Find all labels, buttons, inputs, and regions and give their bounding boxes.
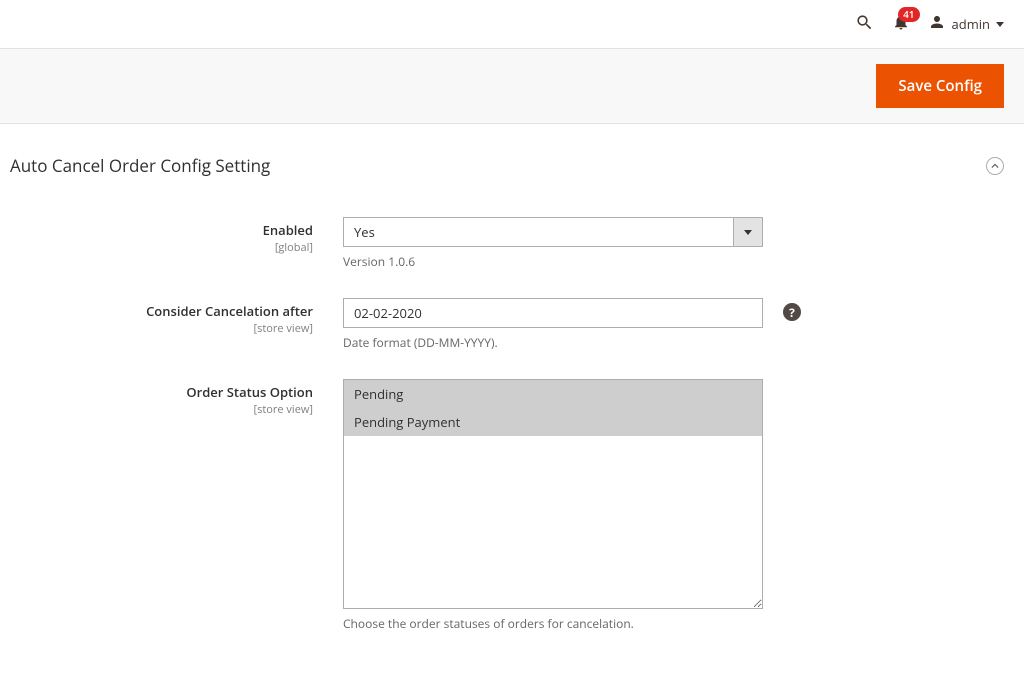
cancel-after-hint: Date format (DD-MM-YYYY).: [343, 334, 793, 351]
order-status-option[interactable]: Pending: [344, 380, 762, 408]
section-header[interactable]: Auto Cancel Order Config Setting: [10, 154, 1004, 189]
enabled-select-button[interactable]: [733, 217, 763, 247]
collapse-icon[interactable]: [986, 157, 1004, 175]
content-area: Auto Cancel Order Config Setting Enabled…: [0, 124, 1024, 680]
field-scope-enabled: [global]: [10, 240, 313, 255]
user-icon: [928, 13, 946, 35]
order-status-multiselect[interactable]: Pending Pending Payment: [343, 379, 763, 609]
save-config-button[interactable]: Save Config: [876, 64, 1004, 108]
chevron-down-icon: [744, 230, 752, 235]
top-bar: 41 admin: [0, 0, 1024, 48]
action-bar: Save Config: [0, 48, 1024, 124]
field-scope-order-status: [store view]: [10, 402, 313, 417]
section-title: Auto Cancel Order Config Setting: [10, 154, 270, 177]
cancel-after-input[interactable]: [343, 298, 763, 328]
field-scope-cancel-after: [store view]: [10, 321, 313, 336]
field-label-enabled: Enabled: [263, 221, 313, 239]
search-button[interactable]: [855, 13, 874, 36]
enabled-select-value: Yes: [343, 217, 733, 247]
enabled-select[interactable]: Yes: [343, 217, 763, 247]
field-enabled: Enabled [global] Yes Version 1.0.6: [10, 217, 1004, 270]
field-cancel-after: Consider Cancelation after [store view] …: [10, 298, 1004, 351]
field-label-cancel-after: Consider Cancelation after: [146, 302, 313, 320]
order-status-option[interactable]: Pending Payment: [344, 408, 762, 436]
tooltip-icon[interactable]: ?: [783, 303, 801, 321]
field-label-order-status: Order Status Option: [186, 383, 313, 401]
admin-name-label: admin: [952, 15, 990, 33]
field-order-status: Order Status Option [store view] Pending…: [10, 379, 1004, 632]
notifications-button[interactable]: 41: [892, 13, 910, 35]
chevron-down-icon: [996, 22, 1004, 27]
search-icon: [855, 13, 874, 36]
notifications-badge: 41: [898, 7, 919, 22]
order-status-hint: Choose the order statuses of orders for …: [343, 615, 793, 632]
enabled-hint: Version 1.0.6: [343, 253, 793, 270]
fieldset: Enabled [global] Yes Version 1.0.6 Consi…: [10, 189, 1004, 632]
admin-menu-button[interactable]: admin: [928, 13, 1004, 35]
